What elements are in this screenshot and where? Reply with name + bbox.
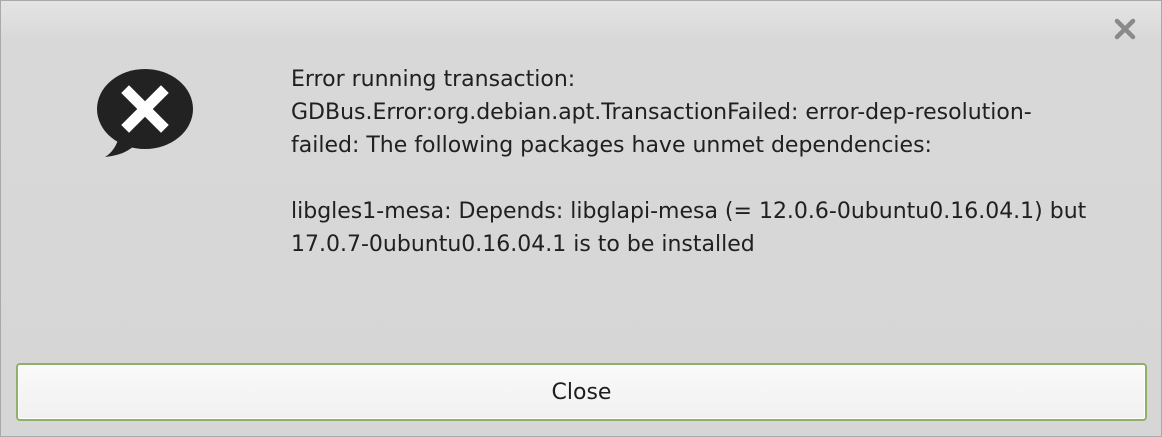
close-icon[interactable] <box>1111 15 1139 43</box>
error-speech-bubble-icon <box>93 65 197 161</box>
error-heading: Error running transaction: <box>291 67 576 92</box>
error-dialog: Error running transaction: GDBus.Error:o… <box>0 0 1162 437</box>
error-details-line: GDBus.Error:org.debian.apt.TransactionFa… <box>291 100 1032 158</box>
dependency-detail: libgles1-mesa: Depends: libglapi-mesa (=… <box>291 199 1087 257</box>
close-button[interactable]: Close <box>16 363 1147 421</box>
error-message: Error running transaction: GDBus.Error:o… <box>291 63 1091 261</box>
